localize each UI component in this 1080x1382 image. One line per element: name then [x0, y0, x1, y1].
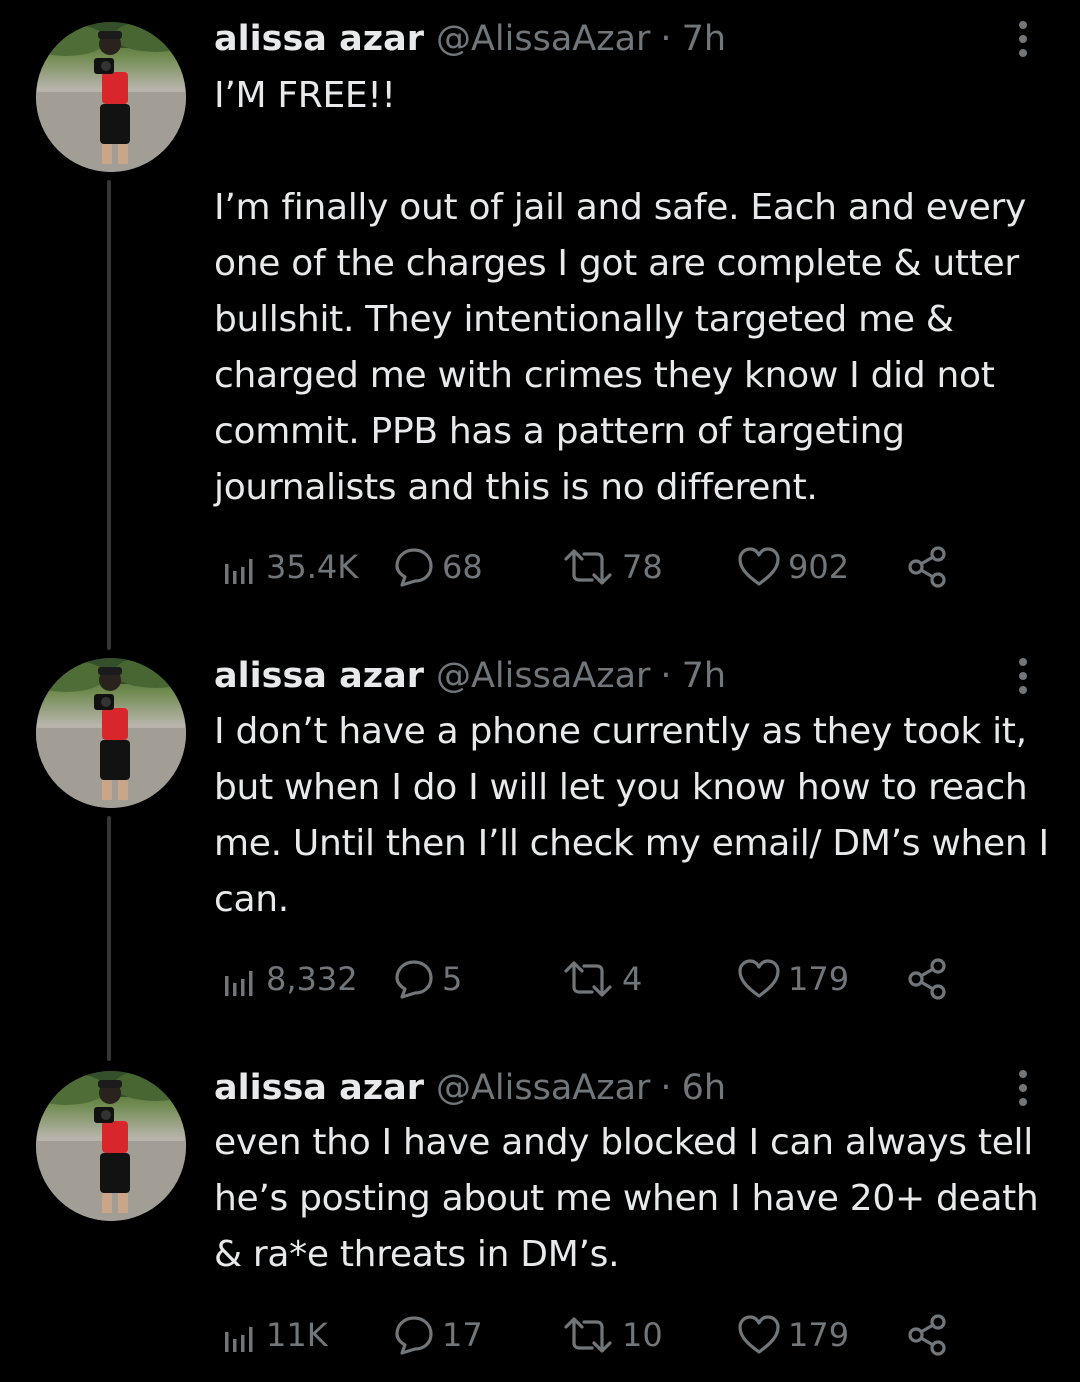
views-count: 35.4K — [266, 548, 359, 586]
vertical-ellipsis-icon — [1019, 1070, 1027, 1106]
separator-dot: · — [660, 1068, 672, 1108]
bar-chart-icon — [225, 1327, 253, 1352]
retweet-button[interactable]: 78 — [560, 542, 663, 592]
views-button[interactable]: 35.4K — [220, 542, 358, 592]
tweet-actions: 11K 17 10 179 — [220, 1310, 980, 1360]
more-options-button[interactable] — [1006, 1065, 1040, 1111]
heart-icon — [738, 1315, 780, 1354]
like-button[interactable]: 179 — [736, 1310, 849, 1360]
avatar-photo — [36, 658, 186, 808]
thread-line — [107, 180, 111, 650]
retweet-arrows-icon — [564, 549, 612, 585]
share-button[interactable] — [906, 1310, 956, 1360]
timestamp[interactable]: 6h — [682, 1068, 726, 1108]
tweet-actions: 35.4K 68 78 902 — [220, 542, 980, 592]
timestamp[interactable]: 7h — [682, 656, 726, 696]
avatar[interactable] — [36, 1071, 186, 1221]
tweet-header: alissa azar @AlissaAzar · 7h — [214, 16, 726, 62]
share-nodes-icon — [908, 1314, 946, 1356]
thread-line — [107, 816, 111, 1061]
tweet-text: I’M FREE!! I’m finally out of jail and s… — [214, 75, 1026, 508]
speech-bubble-icon — [395, 548, 433, 587]
tweet[interactable]: alissa azar @AlissaAzar · 7h I don’t hav… — [0, 640, 1080, 1061]
avatar-photo — [36, 22, 186, 172]
retweet-count: 4 — [622, 960, 643, 998]
avatar[interactable] — [36, 658, 186, 808]
like-count: 179 — [788, 1316, 850, 1354]
more-options-button[interactable] — [1006, 16, 1040, 62]
reply-button[interactable]: 5 — [392, 954, 462, 1004]
tweet[interactable]: alissa azar @AlissaAzar · 6h even tho I … — [0, 1055, 1080, 1382]
speech-bubble-icon — [395, 960, 433, 999]
display-name[interactable]: alissa azar — [214, 19, 424, 59]
reply-button[interactable]: 17 — [392, 1310, 483, 1360]
like-count: 902 — [788, 548, 850, 586]
user-handle[interactable]: @AlissaAzar — [436, 19, 650, 59]
tweet-header: alissa azar @AlissaAzar · 7h — [214, 653, 726, 699]
vertical-ellipsis-icon — [1019, 21, 1027, 57]
timestamp[interactable]: 7h — [682, 19, 726, 59]
user-handle[interactable]: @AlissaAzar — [436, 656, 650, 696]
bar-chart-icon — [225, 971, 253, 996]
share-button[interactable] — [906, 954, 956, 1004]
bar-chart-icon — [225, 559, 253, 584]
reply-count: 17 — [442, 1316, 483, 1354]
retweet-arrows-icon — [564, 961, 612, 997]
avatar-photo — [36, 1071, 186, 1221]
tweet-text: I don’t have a phone currently as they t… — [214, 711, 1049, 920]
user-handle[interactable]: @AlissaAzar — [436, 1068, 650, 1108]
vertical-ellipsis-icon — [1019, 658, 1027, 694]
share-nodes-icon — [908, 546, 946, 588]
tweet[interactable]: alissa azar @AlissaAzar · 7h I’M FREE!! … — [0, 0, 1080, 650]
separator-dot: · — [660, 19, 672, 59]
tweet-header: alissa azar @AlissaAzar · 6h — [214, 1065, 726, 1111]
retweet-count: 10 — [622, 1316, 663, 1354]
avatar[interactable] — [36, 22, 186, 172]
display-name[interactable]: alissa azar — [214, 1068, 424, 1108]
retweet-button[interactable]: 4 — [560, 954, 642, 1004]
heart-icon — [738, 547, 780, 586]
reply-button[interactable]: 68 — [392, 542, 483, 592]
like-count: 179 — [788, 960, 850, 998]
share-button[interactable] — [906, 542, 956, 592]
more-options-button[interactable] — [1006, 653, 1040, 699]
views-count: 8,332 — [266, 960, 358, 998]
retweet-count: 78 — [622, 548, 663, 586]
share-nodes-icon — [908, 958, 946, 1000]
views-count: 11K — [266, 1316, 328, 1354]
like-button[interactable]: 179 — [736, 954, 849, 1004]
reply-count: 5 — [442, 960, 463, 998]
views-button[interactable]: 11K — [220, 1310, 328, 1360]
separator-dot: · — [660, 656, 672, 696]
reply-count: 68 — [442, 548, 483, 586]
retweet-button[interactable]: 10 — [560, 1310, 663, 1360]
tweet-actions: 8,332 5 4 179 — [220, 954, 980, 1004]
tweet-text: even tho I have andy blocked I can alway… — [214, 1122, 1039, 1275]
like-button[interactable]: 902 — [736, 542, 849, 592]
display-name[interactable]: alissa azar — [214, 656, 424, 696]
speech-bubble-icon — [395, 1316, 433, 1355]
retweet-arrows-icon — [564, 1317, 612, 1353]
heart-icon — [738, 959, 780, 998]
views-button[interactable]: 8,332 — [220, 954, 358, 1004]
